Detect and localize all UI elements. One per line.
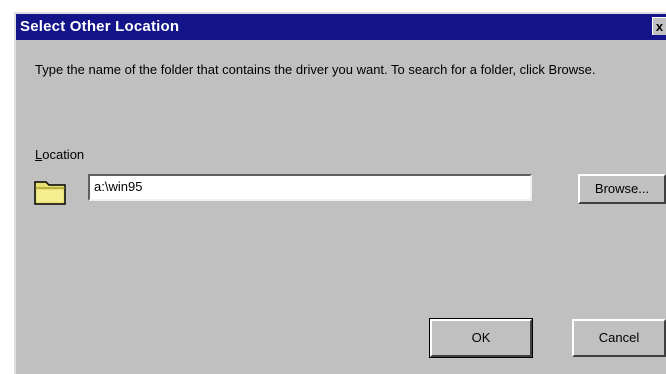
location-input[interactable]: a:\win95 xyxy=(88,174,532,201)
close-button[interactable]: x xyxy=(652,17,666,35)
dialog-title: Select Other Location xyxy=(20,18,180,35)
title-bar[interactable]: Select Other Location x xyxy=(16,14,666,40)
folder-icon xyxy=(34,181,66,205)
instructions-text: Type the name of the folder that contain… xyxy=(35,62,596,77)
location-label-rest: ocation xyxy=(42,147,85,162)
cancel-button[interactable]: Cancel xyxy=(572,319,666,357)
ok-button[interactable]: OK xyxy=(429,318,533,358)
select-location-dialog: Select Other Location x Type the name of… xyxy=(14,12,666,374)
browse-button[interactable]: Browse... xyxy=(578,174,666,204)
location-label: Location xyxy=(35,147,84,162)
